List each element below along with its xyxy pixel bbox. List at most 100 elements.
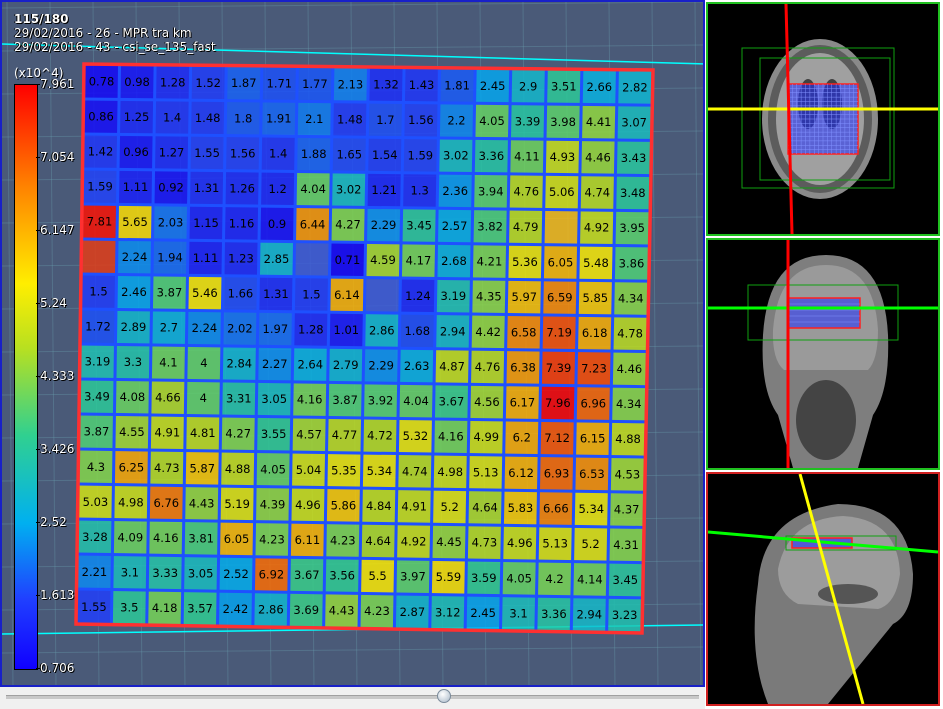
grid-cell-value: 1.28 [298, 323, 324, 337]
grid-cell-value: 3.92 [368, 394, 394, 408]
grid-cell-value: 3.51 [551, 80, 577, 94]
grid-cell-value: 4.16 [297, 393, 323, 407]
grid-cell[interactable] [81, 239, 118, 275]
spectroscopy-grid[interactable]: 0.78 0.98 1.28 1.52 1.87 1.71 1.77 2.13 1.32 1.43… [2, 2, 705, 687]
axial-brain-image [708, 4, 938, 234]
grid-cell-value: 1.28 [160, 75, 186, 89]
grid-cell-value: 5.2 [440, 500, 458, 514]
grid-cell-value: 4.16 [153, 531, 179, 545]
slider-thumb[interactable] [436, 689, 451, 703]
grid-cell-value: 4.11 [514, 150, 540, 164]
grid-cell-value: 6.12 [508, 466, 534, 480]
grid-cell-value: 4.99 [473, 430, 499, 444]
axial-view[interactable] [706, 2, 940, 236]
grid-cell-value: 3.02 [336, 183, 362, 197]
grid-cell-value: 4.31 [613, 538, 639, 552]
grid-cell-value: 7.12 [544, 431, 570, 445]
grid-cell-value: 2.89 [121, 320, 147, 334]
grid-cell-value: 7.23 [581, 361, 607, 375]
grid-cell-value: 3.55 [261, 427, 287, 441]
grid-cell-value: 5.36 [512, 255, 538, 269]
grid-cell-value: 4.23 [259, 532, 285, 546]
grid-cell-value: 1.52 [195, 76, 221, 90]
slice-slider-bar [0, 687, 705, 709]
grid-cell-value: 6.18 [582, 326, 608, 340]
grid-cell-value: 3.31 [226, 392, 252, 406]
grid-cell-value: 6.93 [544, 466, 570, 480]
grid-cell-value: 3.56 [329, 569, 355, 583]
grid-cell-value: 3.5 [120, 600, 138, 614]
grid-cell-value: 5.86 [331, 498, 357, 512]
image-overlay-info: 115/180 29/02/2016 - 26 - MPR tra km 29/… [14, 12, 216, 54]
grid-cell-value: 5.87 [189, 461, 215, 475]
grid-cell[interactable] [543, 209, 580, 246]
grid-cell-value: 4.88 [615, 432, 641, 446]
grid-cell-value: 2.24 [122, 250, 148, 264]
grid-cell-value: 2.79 [333, 358, 359, 372]
grid-cell-value: 7.81 [87, 215, 113, 229]
grid-cell-value: 4.27 [225, 427, 251, 441]
grid-cell-value: 1.56 [230, 146, 256, 160]
grid-cell-value: 6.05 [548, 255, 574, 269]
grid-cell-value: 4.57 [296, 428, 322, 442]
grid-cell-value: 3.81 [188, 531, 214, 545]
grid-cell-value: 3.39 [515, 114, 541, 128]
grid-cell-value: 1.4 [163, 110, 181, 124]
coronal-brain-image [708, 240, 938, 468]
grid-cell-value: 2.94 [576, 608, 602, 622]
grid-cell-value: 1.23 [228, 251, 254, 265]
grid-cell[interactable] [293, 241, 331, 278]
grid-cell-value: 4.37 [614, 503, 640, 517]
colorbar-tick [36, 376, 40, 377]
grid-cell-value: 4.08 [120, 390, 146, 404]
grid-cell-value: 1.31 [194, 181, 220, 195]
grid-cell-value: 1.4 [269, 147, 287, 161]
coronal-view[interactable] [706, 238, 940, 470]
grid-cell-value: 3.23 [612, 608, 638, 622]
grid-cell-value: 0.78 [89, 75, 115, 89]
grid-cell-value: 0.9 [268, 217, 286, 231]
colorbar-tick [36, 303, 40, 304]
grid-cell-value: 1.71 [267, 77, 293, 91]
grid-cell-value: 6.17 [510, 396, 536, 410]
series-label-2: 29/02/2016 - 43 - csi_se_135_fast [14, 40, 216, 54]
grid-cell-value: 5.35 [331, 463, 357, 477]
grid-cell-value: 1.54 [372, 148, 398, 162]
grid-cell-value: 3.57 [187, 601, 213, 615]
grid-cell-value: 6.58 [511, 325, 537, 339]
grid-cell-value: 1.43 [409, 78, 435, 92]
grid-cell-value: 4.73 [472, 536, 498, 550]
grid-cell-value: 6.66 [543, 502, 569, 516]
slider-track[interactable] [6, 695, 699, 699]
grid-cell-value: 1.65 [336, 148, 362, 162]
grid-cell-value: 4.39 [260, 497, 286, 511]
grid-cell-value: 4.92 [401, 535, 427, 549]
grid-cell-value: 5.34 [367, 464, 393, 478]
sagittal-view[interactable] [706, 472, 940, 706]
grid-cell-value: 2.02 [227, 322, 253, 336]
grid-cell-value: 4.64 [365, 534, 391, 548]
grid-cell-value: 4.76 [475, 360, 501, 374]
grid-cell-value: 2.86 [258, 603, 284, 617]
grid-cell-value: 3.05 [261, 392, 287, 406]
grid-cell[interactable] [364, 277, 401, 314]
colorbar-tick [36, 668, 40, 669]
grid-cell-value: 4.74 [402, 464, 428, 478]
grid-cell-value: 6.2 [513, 431, 531, 445]
grid-cell-value: 4.92 [584, 221, 610, 235]
grid-cell-value: 1.77 [302, 77, 328, 91]
grid-cell-value: 3.87 [332, 393, 358, 407]
grid-cell-value: 7.96 [545, 396, 571, 410]
colorbar-label: 6.147 [40, 223, 75, 237]
grid-cell-value: 2.9 [519, 79, 537, 93]
grid-cell-value: 2.27 [262, 357, 288, 371]
grid-cell-value: 2.42 [223, 602, 249, 616]
grid-cell-value: 4.34 [616, 397, 642, 411]
grid-cell-value: 1.31 [263, 287, 289, 301]
csi-main-view[interactable]: 0.78 0.98 1.28 1.52 1.87 1.71 1.77 2.13 1.32 1.43… [0, 0, 705, 687]
grid-cell-value: 1.32 [373, 78, 399, 92]
grid-cell-value: 1.68 [404, 324, 430, 338]
grid-cell-value: 4.88 [225, 462, 251, 476]
grid-cell-value: 2.82 [622, 80, 648, 94]
grid-cell-value: 1.87 [231, 76, 257, 90]
